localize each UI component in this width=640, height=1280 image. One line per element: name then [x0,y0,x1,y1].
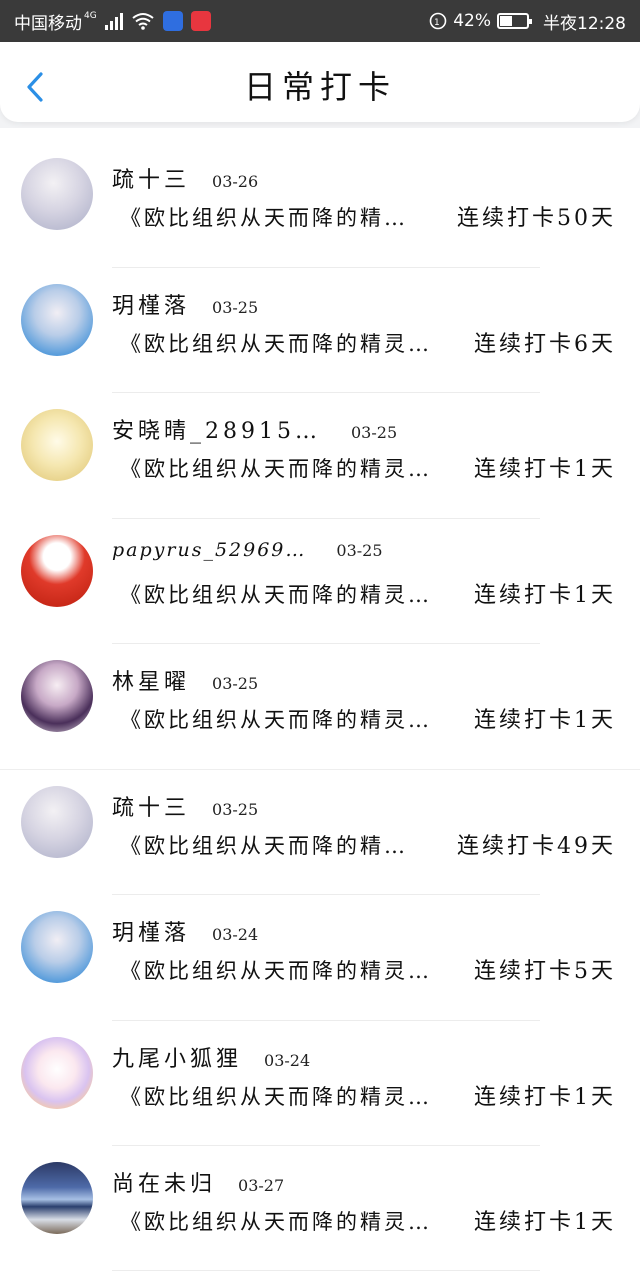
baidu-app-icon [162,11,183,31]
checkin-preview[interactable]: 《欧比组织从天而降的精… [120,830,408,860]
user-name[interactable]: 疏十三 [112,790,190,822]
list-item[interactable]: 安晓晴_28915… 03-25 《欧比组织从天而降的精灵… 连续打卡1天 [0,393,640,519]
streak-label: 连续打卡1天 [474,1210,616,1235]
avatar[interactable] [21,785,93,858]
streak-label: 连续打卡1天 [474,708,616,733]
header: 日常打卡 [0,42,640,128]
streak-label: 连续打卡1天 [474,457,616,482]
checkin-preview[interactable]: 《欧比组织从天而降的精灵… [120,1081,432,1111]
user-name[interactable]: 林星曜 [112,664,190,696]
name-line: 疏十三 03-26 [112,162,258,194]
streak-label: 连续打卡50天 [457,206,616,231]
checkin-preview[interactable]: 《欧比组织从天而降的精灵… [120,1206,432,1236]
status-right: 1 42% 半夜12:28 [429,9,626,34]
streak-label: 连续打卡6天 [474,331,616,357]
avatar[interactable] [21,534,93,607]
name-line: 尚在未归 03-27 [112,1166,284,1198]
clock: 半夜12:28 [543,13,626,34]
avatar[interactable] [21,660,93,732]
checkin-list: 疏十三 03-26 《欧比组织从天而降的精… 连续打卡50天 玥槿落 03-25… [0,142,640,1271]
avatar[interactable] [21,1036,93,1109]
status-bar: 中国移动 4G 1 42% 半夜12:28 [0,0,640,42]
checkin-preview[interactable]: 《欧比组织从天而降的精… [120,202,408,232]
checkin-date: 03-25 [212,297,259,317]
checkin-preview[interactable]: 《欧比组织从天而降的精灵… [120,579,432,609]
checkin-preview[interactable]: 《欧比组织从天而降的精灵… [120,328,432,358]
avatar[interactable] [21,911,93,983]
page-title: 日常打卡 [243,68,396,106]
list-item[interactable]: 林星曜 03-25 《欧比组织从天而降的精灵… 连续打卡1天 [0,644,640,770]
checkin-date: 03-25 [336,540,383,560]
huawei-app-icon [190,11,211,31]
streak-label: 连续打卡49天 [457,833,616,859]
user-name[interactable]: 安晓晴_28915… [112,413,321,445]
list-item[interactable]: 尚在未归 03-27 《欧比组织从天而降的精灵… 连续打卡1天 [0,1146,640,1271]
eye-comfort-icon: 1 [429,12,447,30]
avatar[interactable] [21,409,93,481]
checkin-date: 03-25 [212,799,259,819]
name-line: 九尾小狐狸 03-24 [112,1041,310,1073]
list-item[interactable]: 九尾小狐狸 03-24 《欧比组织从天而降的精灵… 连续打卡1天 [0,1021,640,1146]
network-type-label: 4G [84,11,97,21]
checkin-date: 03-27 [238,1176,285,1195]
streak-label: 连续打卡1天 [474,1084,616,1110]
header-card: 日常打卡 [0,42,640,122]
checkin-date: 03-24 [212,925,259,944]
user-name[interactable]: 疏十三 [112,162,190,194]
checkin-preview[interactable]: 《欧比组织从天而降的精灵… [120,955,432,985]
wifi-icon [132,13,154,30]
checkin-date: 03-25 [351,423,398,442]
avatar[interactable] [21,283,93,356]
name-line: 疏十三 03-25 [112,790,258,822]
svg-text:1: 1 [434,18,440,28]
checkin-date: 03-24 [264,1050,311,1070]
checkin-preview[interactable]: 《欧比组织从天而降的精灵… [120,704,432,734]
name-line: 玥槿落 03-25 [112,288,258,320]
name-line: papyrus_52969… 03-25 [112,539,383,561]
carrier-label: 中国移动 [14,13,82,34]
list-item[interactable]: 疏十三 03-26 《欧比组织从天而降的精… 连续打卡50天 [0,142,640,268]
divider [112,1270,540,1271]
list-item[interactable]: 疏十三 03-25 《欧比组织从天而降的精… 连续打卡49天 [0,770,640,895]
streak-label: 连续打卡1天 [474,582,616,608]
signal-icon [104,12,123,30]
name-line: 安晓晴_28915… 03-25 [112,413,397,445]
battery-icon [497,13,532,29]
checkin-date: 03-26 [212,172,259,191]
name-line: 林星曜 03-25 [112,664,258,696]
battery-percent: 42% [453,11,491,31]
user-name[interactable]: 玥槿落 [112,288,190,320]
user-name[interactable]: 九尾小狐狸 [112,1041,242,1073]
user-name[interactable]: 尚在未归 [112,1166,216,1198]
name-line: 玥槿落 03-24 [112,915,258,947]
avatar[interactable] [21,1162,93,1234]
streak-label: 连续打卡5天 [474,959,616,984]
avatar[interactable] [21,158,93,230]
checkin-preview[interactable]: 《欧比组织从天而降的精灵… [120,453,432,483]
list-item[interactable]: papyrus_52969… 03-25 《欧比组织从天而降的精灵… 连续打卡1… [0,519,640,644]
status-left: 中国移动 4G [14,9,211,34]
user-name[interactable]: 玥槿落 [112,915,190,947]
user-name[interactable]: papyrus_52969… [112,539,306,561]
list-item[interactable]: 玥槿落 03-25 《欧比组织从天而降的精灵… 连续打卡6天 [0,268,640,393]
list-item[interactable]: 玥槿落 03-24 《欧比组织从天而降的精灵… 连续打卡5天 [0,895,640,1021]
checkin-date: 03-25 [212,674,259,693]
